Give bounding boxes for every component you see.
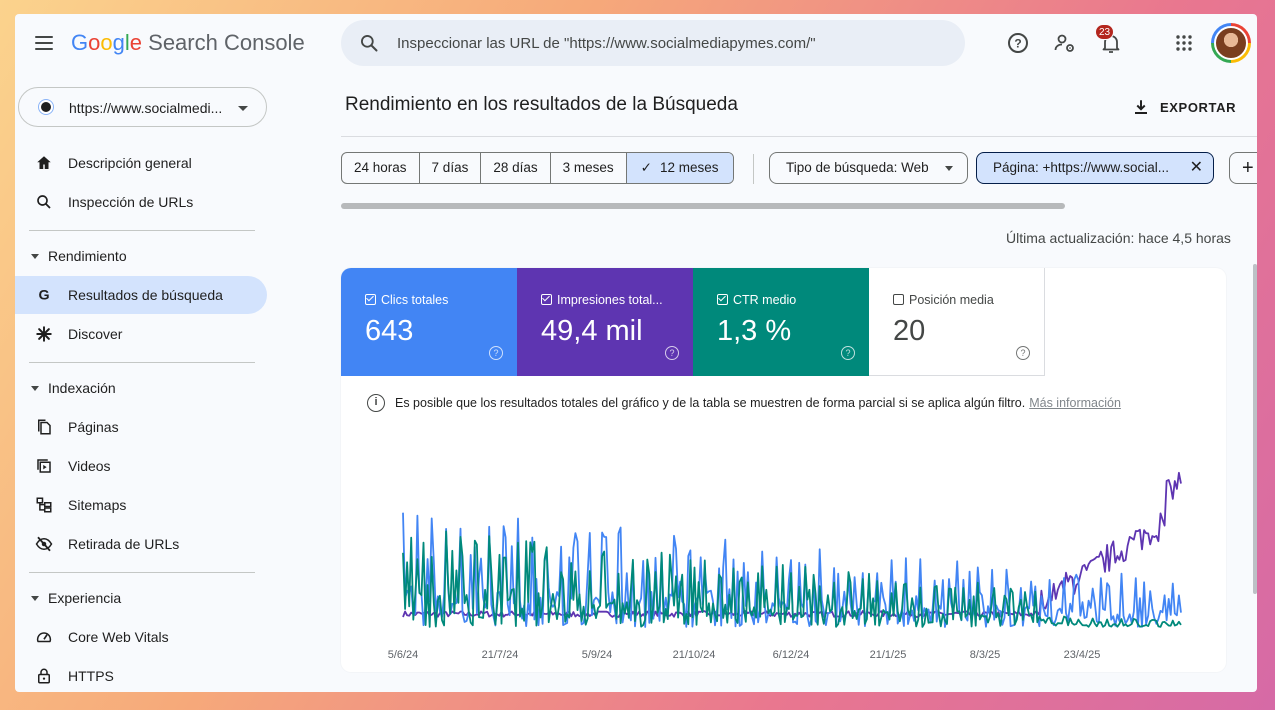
- range-24h[interactable]: 24 horas: [342, 153, 420, 183]
- metric-average-ctr[interactable]: CTR medio 1,3 % ?: [693, 268, 869, 376]
- sidebar-item-url-removal[interactable]: Retirada de URLs: [15, 525, 267, 563]
- caret-down-icon: [31, 595, 39, 601]
- chart-x-tick-label: 8/3/25: [970, 649, 1001, 661]
- sidebar-divider: [29, 362, 255, 363]
- user-settings-icon[interactable]: [1053, 31, 1077, 55]
- svg-text:?: ?: [1014, 37, 1021, 51]
- sidebar-divider: [29, 572, 255, 573]
- sidebar-item-https[interactable]: HTTPS: [15, 657, 267, 692]
- chart-x-tick-label: 5/6/24: [388, 649, 419, 661]
- eye-off-icon: [35, 536, 53, 552]
- sidebar-section-experience[interactable]: Experiencia: [31, 590, 121, 606]
- metric-total-clicks[interactable]: Clics totales 643 ?: [341, 268, 517, 376]
- property-favicon-icon: [39, 100, 53, 114]
- sidebar-item-core-web-vitals[interactable]: Core Web Vitals: [15, 618, 267, 656]
- property-selector[interactable]: https://www.socialmedi...: [18, 87, 267, 127]
- chart-x-tick-label: 21/10/24: [673, 649, 716, 661]
- app-logo[interactable]: Google Search Console: [71, 30, 305, 56]
- sidebar-divider: [29, 230, 255, 231]
- filters-horizontal-scrollbar[interactable]: [341, 203, 1065, 209]
- video-icon: [37, 459, 51, 473]
- close-icon[interactable]: ✕: [1190, 153, 1203, 183]
- account-avatar[interactable]: [1211, 23, 1251, 63]
- chart-x-tick-label: 5/9/24: [582, 649, 613, 661]
- performance-card: Clics totales 643 ? Impresiones total...…: [341, 268, 1226, 672]
- header-divider: [341, 136, 1257, 137]
- product-name: Search Console: [148, 30, 305, 55]
- help-icon[interactable]: ?: [1006, 31, 1030, 55]
- chart-x-tick-label: 23/4/25: [1064, 649, 1101, 661]
- range-3m[interactable]: 3 meses: [551, 153, 627, 183]
- help-icon[interactable]: ?: [489, 346, 503, 360]
- more-info-link[interactable]: Más información: [1029, 396, 1121, 410]
- svg-text:G: G: [38, 288, 49, 304]
- google-wordmark: Google: [71, 30, 143, 55]
- date-range-selector: 24 horas 7 días 28 días 3 meses ✓ 12 mese…: [341, 152, 734, 184]
- metric-total-impressions[interactable]: Impresiones total... 49,4 mil ?: [517, 268, 693, 376]
- metric-average-position[interactable]: Posición media 20 ?: [869, 268, 1045, 376]
- help-icon[interactable]: ?: [1016, 346, 1030, 360]
- sidebar-section-indexing[interactable]: Indexación: [31, 380, 116, 396]
- search-icon: [37, 195, 51, 209]
- chevron-down-icon: [238, 106, 248, 111]
- performance-chart: 5/6/24 21/7/24 5/9/24 21/10/24 6/12/24 21/1/2…: [388, 471, 1182, 661]
- range-28d[interactable]: 28 días: [481, 153, 551, 183]
- range-7d[interactable]: 7 días: [420, 153, 482, 183]
- caret-down-icon: [31, 253, 39, 259]
- add-filter-button[interactable]: +: [1229, 152, 1257, 184]
- sidebar-section-performance[interactable]: Rendimiento: [31, 248, 127, 264]
- checkbox-icon[interactable]: [365, 294, 376, 305]
- checkbox-icon[interactable]: [893, 294, 904, 305]
- gauge-icon: [36, 632, 52, 643]
- sidebar-item-url-inspection[interactable]: Inspección de URLs: [15, 183, 267, 221]
- chart-x-tick-label: 21/1/25: [870, 649, 907, 661]
- search-icon: [361, 35, 378, 52]
- sitemap-icon: [36, 497, 52, 513]
- page-vertical-scrollbar[interactable]: [1253, 264, 1257, 594]
- url-inspect-search[interactable]: [341, 20, 965, 66]
- checkbox-icon[interactable]: [717, 294, 728, 305]
- help-icon[interactable]: ?: [841, 346, 855, 360]
- lock-icon: [38, 668, 50, 684]
- sidebar-item-sitemaps[interactable]: Sitemaps: [15, 486, 267, 524]
- filter-separator: [753, 154, 754, 184]
- sidebar-item-search-results[interactable]: G Resultados de búsqueda: [15, 276, 267, 314]
- partial-data-notice: i Es posible que los resultados totales …: [367, 394, 1121, 412]
- last-updated-text: Última actualización: hace 4,5 horas: [1006, 230, 1231, 246]
- sidebar-item-pages[interactable]: Páginas: [15, 408, 267, 446]
- caret-down-icon: [31, 385, 39, 391]
- asterisk-icon: [36, 326, 52, 342]
- export-button[interactable]: EXPORTAR: [1132, 96, 1236, 118]
- google-g-icon: G: [38, 288, 49, 304]
- page-filter-chip[interactable]: Página: +https://www.social... ✕: [976, 152, 1214, 184]
- chart-x-tick-label: 21/7/24: [482, 649, 519, 661]
- url-inspect-input[interactable]: [397, 32, 937, 54]
- page-title: Rendimiento en los resultados de la Búsq…: [345, 94, 738, 115]
- check-icon: ✓: [640, 160, 652, 175]
- chart-x-tick-label: 6/12/24: [773, 649, 810, 661]
- apps-grid-icon[interactable]: [1172, 31, 1196, 55]
- pages-icon: [38, 419, 51, 435]
- sidebar-item-overview[interactable]: Descripción general: [15, 144, 267, 182]
- menu-icon[interactable]: [35, 36, 53, 50]
- search-type-filter[interactable]: Tipo de búsqueda: Web: [769, 152, 968, 184]
- checkbox-icon[interactable]: [541, 294, 552, 305]
- info-icon: i: [367, 394, 385, 412]
- sidebar-item-discover[interactable]: Discover: [15, 315, 267, 353]
- app-window: Google Search Console ? 23 https://www.s…: [15, 14, 1257, 692]
- download-icon: [1135, 100, 1147, 114]
- sidebar-item-videos[interactable]: Videos: [15, 447, 267, 485]
- home-icon: [37, 156, 51, 169]
- chevron-down-icon: [945, 166, 953, 171]
- property-url: https://www.socialmedi...: [69, 100, 223, 116]
- notification-count-badge: 23: [1095, 24, 1115, 40]
- help-icon[interactable]: ?: [665, 346, 679, 360]
- range-12m[interactable]: ✓ 12 meses: [626, 153, 733, 183]
